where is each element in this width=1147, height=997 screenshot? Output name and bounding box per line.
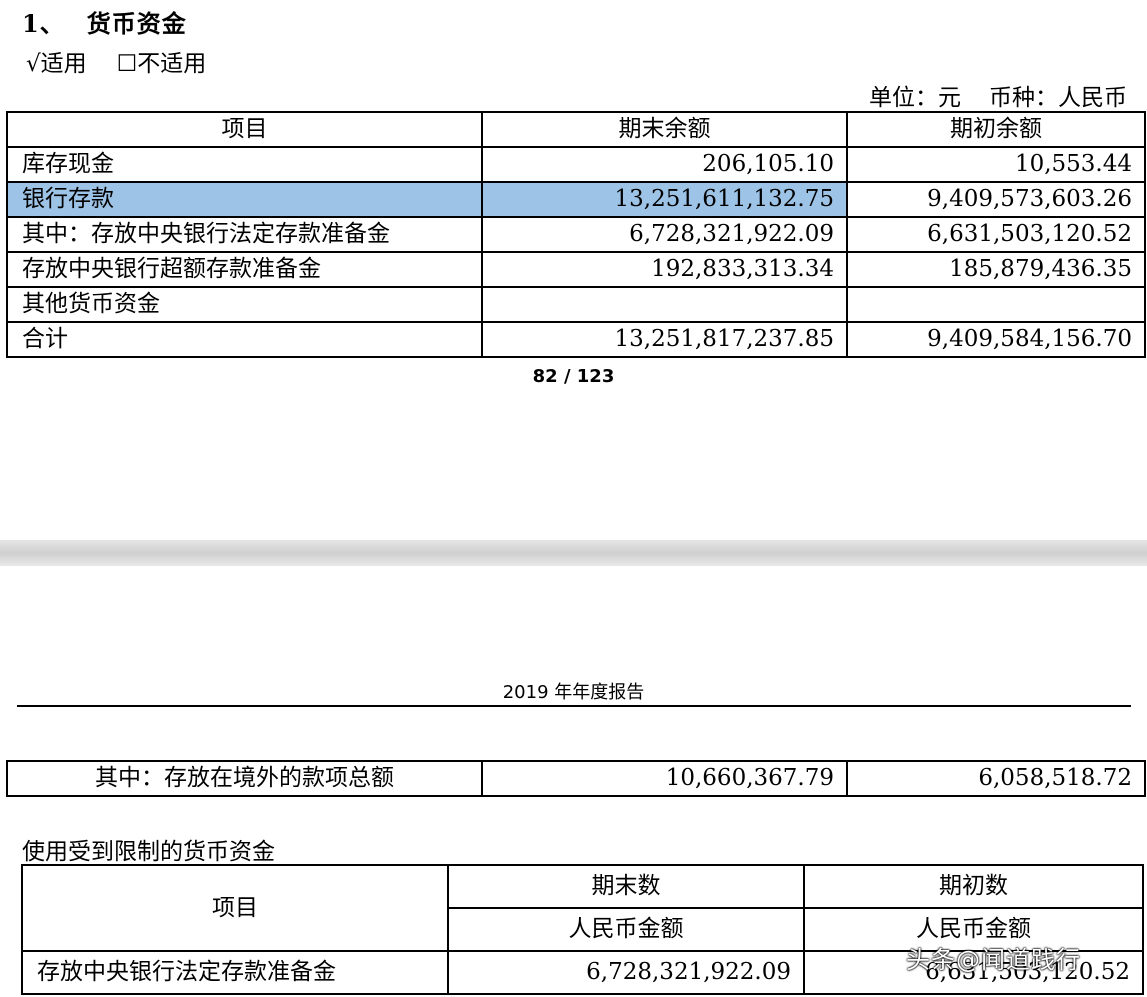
header-end: 期末数 <box>447 864 805 909</box>
row-label: 其他货币资金 <box>6 286 483 323</box>
row-begin-value: 6,631,503,120.52 <box>846 216 1146 253</box>
table-header-row: 项目 期末数 期初数 <box>21 864 1144 952</box>
row-end-value: 6,728,321,922.09 <box>447 950 805 995</box>
row-label: 合计 <box>6 321 483 358</box>
report-header: 2019 年年度报告 <box>0 678 1147 704</box>
report-title-suffix: 年年度报告 <box>554 682 645 703</box>
row-end-value <box>481 286 848 323</box>
row-end-value: 10,660,367.79 <box>481 760 848 797</box>
currency-label: 币种：人民币 <box>989 85 1127 111</box>
cash-balance-table: 项目 期末余额 期初余额 库存现金 206,105.10 10,553.44 银… <box>6 111 1146 358</box>
row-label: 存放中央银行超额存款准备金 <box>6 251 483 288</box>
row-label: 存放中央银行法定存款准备金 <box>21 950 449 995</box>
row-begin-value <box>846 286 1146 323</box>
not-applicable-option: ☐不适用 <box>116 51 207 77</box>
row-end-value[interactable]: 13,251,611,132.75 <box>481 181 848 218</box>
section-title: 1、 货币资金 <box>22 4 187 39</box>
row-label: 库存现金 <box>6 146 483 183</box>
watermark-text: 头条@闻道践行 <box>906 946 1081 974</box>
row-begin-value: 6,058,518.72 <box>846 760 1146 797</box>
row-begin-value: 185,879,436.35 <box>846 251 1146 288</box>
section-number: 1、 <box>22 9 65 38</box>
restricted-funds-title: 使用受到限制的货币资金 <box>22 839 275 865</box>
row-label[interactable]: 银行存款 <box>6 181 483 218</box>
unit-line: 单位：元 币种：人民币 <box>869 78 1127 112</box>
row-end-value: 206,105.10 <box>481 146 848 183</box>
header-item: 项目 <box>6 111 483 148</box>
section-title-text: 货币资金 <box>86 9 187 38</box>
table-row: 存放中央银行超额存款准备金 192,833,313.34 185,879,436… <box>6 251 1146 288</box>
table-row: 其中：存放中央银行法定存款准备金 6,728,321,922.09 6,631,… <box>6 216 1146 253</box>
row-label: 其中：存放中央银行法定存款准备金 <box>6 216 483 253</box>
row-begin-value: 9,409,584,156.70 <box>846 321 1146 358</box>
row-begin-value: 9,409,573,603.26 <box>846 181 1146 218</box>
table-row-highlighted[interactable]: 银行存款 13,251,611,132.75 9,409,573,603.26 <box>6 181 1146 218</box>
row-end-value: 6,728,321,922.09 <box>481 216 848 253</box>
header-rmb-end: 人民币金额 <box>447 907 805 952</box>
overseas-deposit-table: 其中：存放在境外的款项总额 10,660,367.79 6,058,518.72 <box>6 760 1146 797</box>
header-item: 项目 <box>21 864 449 952</box>
table-total-row: 合计 13,251,817,237.85 9,409,584,156.70 <box>6 321 1146 358</box>
header-rule <box>17 705 1131 707</box>
header-begin-balance: 期初余额 <box>846 111 1146 148</box>
table-row: 库存现金 206,105.10 10,553.44 <box>6 146 1146 183</box>
applicable-option: √适用 <box>26 51 87 77</box>
report-year: 2019 <box>502 682 549 703</box>
unit-label: 单位：元 <box>869 85 961 111</box>
header-begin: 期初数 <box>803 864 1144 909</box>
page-number: 82 / 123 <box>532 366 615 387</box>
page-separator <box>0 540 1147 566</box>
table-row: 其中：存放在境外的款项总额 10,660,367.79 6,058,518.72 <box>6 760 1146 797</box>
table-row: 其他货币资金 <box>6 286 1146 323</box>
row-end-value: 13,251,817,237.85 <box>481 321 848 358</box>
table-header-row: 项目 期末余额 期初余额 <box>6 111 1146 148</box>
restricted-funds-table: 项目 期末数 期初数 人民币金额 人民币金额 存放中央银行法定存款准备金 6,7… <box>21 864 1144 995</box>
row-label: 其中：存放在境外的款项总额 <box>6 760 483 797</box>
applicability-options: √适用 ☐不适用 <box>26 44 206 78</box>
header-end-balance: 期末余额 <box>481 111 848 148</box>
row-end-value: 192,833,313.34 <box>481 251 848 288</box>
row-begin-value: 10,553.44 <box>846 146 1146 183</box>
